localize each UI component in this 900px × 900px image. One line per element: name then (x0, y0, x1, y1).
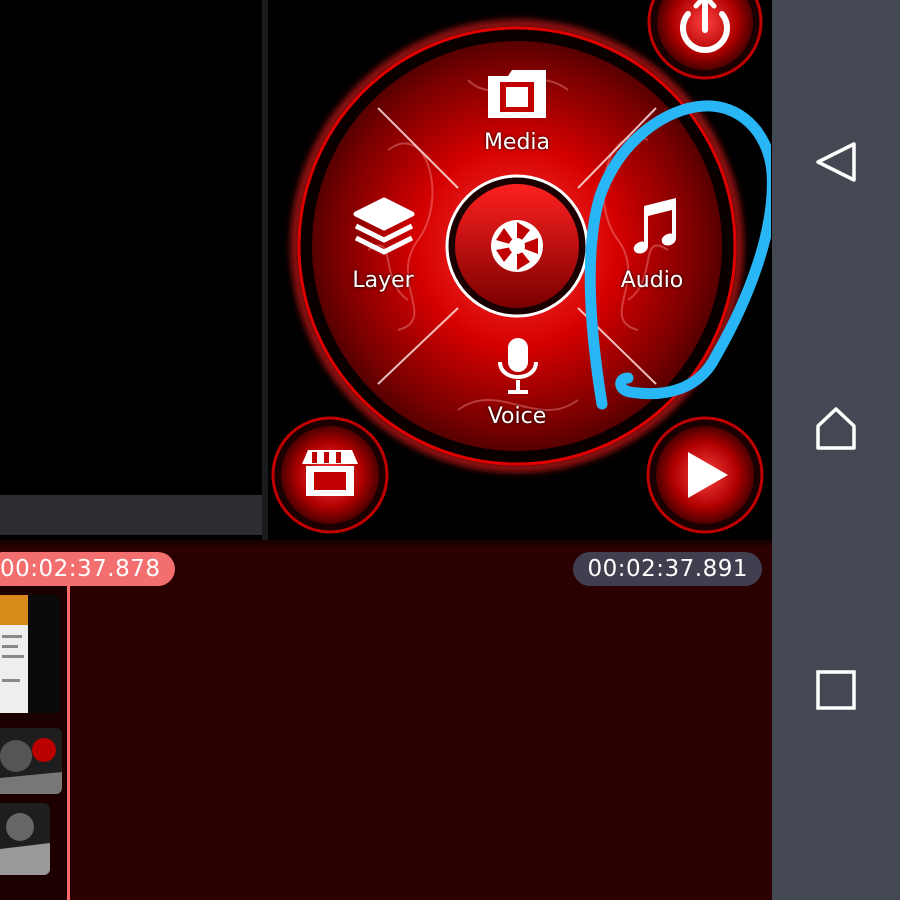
home-button[interactable] (772, 388, 900, 468)
layer-label[interactable]: Layer (323, 268, 443, 293)
track-thumbnails (0, 585, 68, 900)
recents-square-icon (816, 670, 856, 710)
clip-thumbnail[interactable] (0, 595, 60, 713)
top-right-button[interactable] (647, 0, 763, 80)
camera-aperture-icon[interactable] (491, 220, 543, 272)
system-nav-bar (772, 0, 900, 900)
store-button[interactable] (271, 416, 389, 534)
audio-label[interactable]: Audio (592, 268, 712, 293)
media-icon (488, 70, 546, 118)
preview-bottom-bar (0, 495, 262, 535)
media-label[interactable]: Media (457, 130, 577, 155)
back-button[interactable] (772, 122, 900, 202)
back-triangle-icon (816, 142, 856, 182)
total-time-badge: 00:02:37.891 (573, 552, 762, 586)
clip-thumbnail[interactable] (0, 728, 62, 794)
editor-tool-panel: Media Layer Audio Voice (268, 0, 778, 540)
timeline-area[interactable] (0, 545, 772, 900)
recents-button[interactable] (772, 650, 900, 730)
home-icon (816, 407, 856, 450)
video-preview[interactable] (0, 0, 262, 495)
voice-label[interactable]: Voice (457, 404, 577, 429)
clip-thumbnail[interactable] (0, 803, 50, 875)
timeline-playhead[interactable] (67, 585, 70, 900)
current-time-badge: 00:02:37.878 (0, 552, 175, 586)
play-button[interactable] (646, 416, 764, 534)
store-icon (302, 450, 358, 496)
